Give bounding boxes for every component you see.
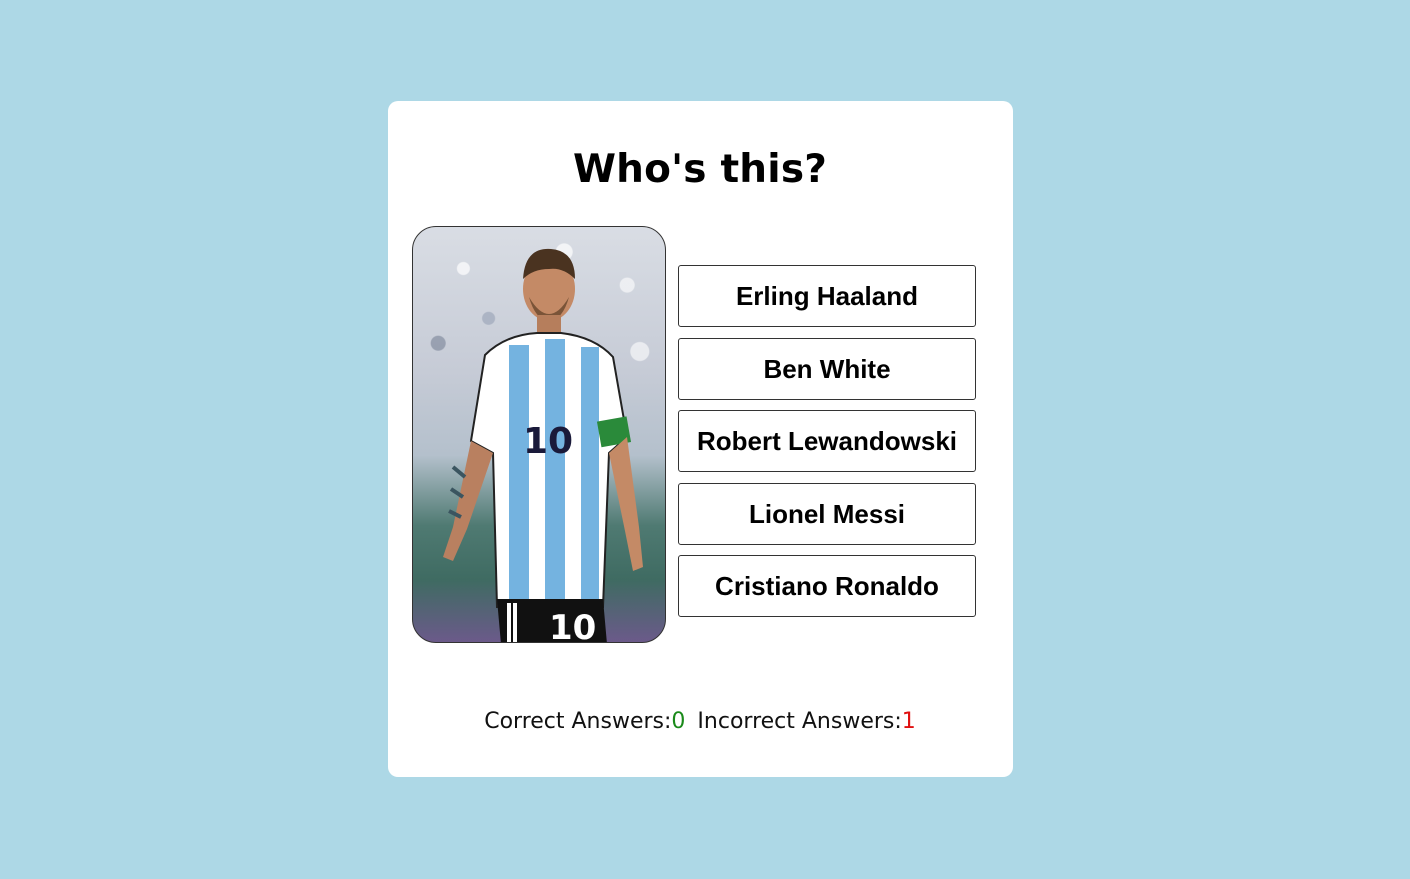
svg-text:10: 10: [549, 608, 596, 643]
answer-button-cristiano-ronaldo[interactable]: Cristiano Ronaldo: [678, 555, 976, 617]
answer-button-ben-white[interactable]: Ben White: [678, 337, 976, 400]
answer-button-lionel-messi[interactable]: Lionel Messi: [678, 482, 976, 545]
player-figure: 10 10: [443, 248, 643, 643]
correct-answers-count: 0: [671, 709, 686, 734]
answer-options: Erling Haaland Ben White Robert Lewandow…: [678, 265, 976, 628]
svg-text:10: 10: [523, 421, 573, 462]
answer-button-erling-haaland[interactable]: Erling Haaland: [678, 265, 976, 327]
correct-answers-label: Correct Answers:: [484, 709, 672, 734]
answer-button-robert-lewandowski[interactable]: Robert Lewandowski: [678, 410, 976, 472]
player-photo: 10 10: [412, 226, 666, 643]
score-bar: Correct Answers:0 Incorrect Answers:1: [0, 707, 1400, 737]
quiz-title: Who's this?: [572, 147, 828, 192]
incorrect-answers-count: 1: [901, 709, 916, 734]
incorrect-answers-label: Incorrect Answers:: [697, 709, 902, 734]
